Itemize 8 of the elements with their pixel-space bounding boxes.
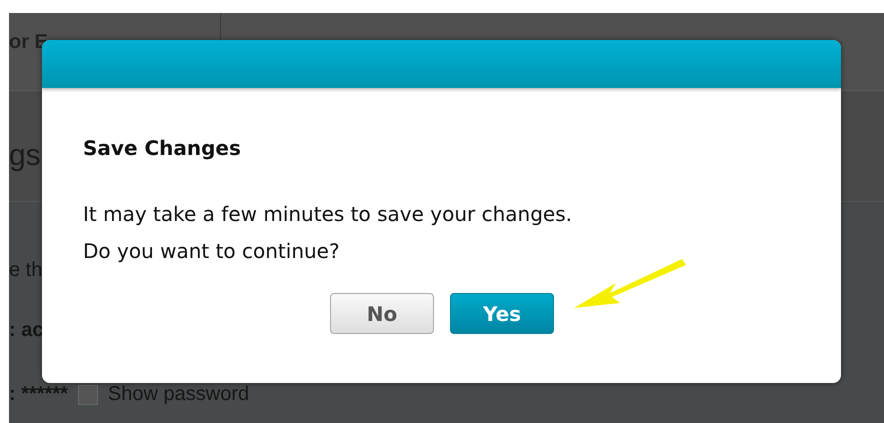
password-value: : ******: [9, 383, 68, 406]
dialog-message: It may take a few minutes to save your changes.: [83, 201, 573, 228]
dialog-message: Do you want to continue?: [83, 238, 341, 265]
show-password-checkbox[interactable]: [78, 384, 98, 404]
confirm-button[interactable]: Yes: [450, 293, 554, 334]
arrow-icon: [574, 259, 686, 308]
cancel-button[interactable]: No: [330, 293, 434, 334]
dialog-title: Save Changes: [83, 136, 242, 160]
